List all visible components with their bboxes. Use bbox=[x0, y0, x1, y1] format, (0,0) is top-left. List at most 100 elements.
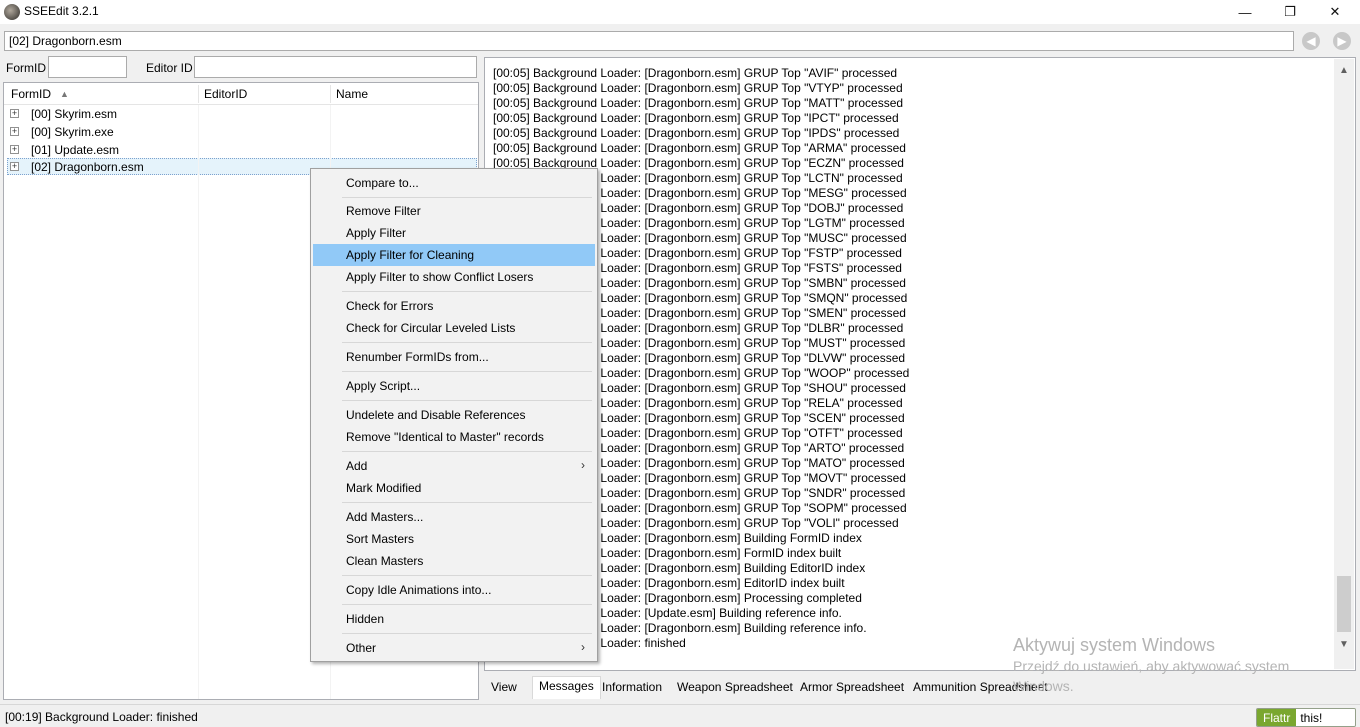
menu-label: Sort Masters bbox=[346, 532, 415, 546]
menu-apply-filter[interactable]: Apply Filter bbox=[313, 222, 595, 244]
column-editorid[interactable]: EditorID bbox=[204, 87, 247, 101]
tree-row[interactable]: + [00] Skyrim.exe bbox=[4, 123, 478, 141]
menu-separator bbox=[342, 291, 592, 292]
maximize-button[interactable]: ❐ bbox=[1267, 0, 1313, 24]
column-divider[interactable] bbox=[198, 85, 199, 103]
tab-armor-spreadsheet[interactable]: Armor Spreadsheet bbox=[794, 678, 910, 698]
menu-hidden[interactable]: Hidden bbox=[313, 608, 595, 630]
message-line: [00:05] Background Loader: [Dragonborn.e… bbox=[493, 561, 866, 575]
message-line: [00:05] Background Loader: [Dragonborn.e… bbox=[493, 486, 906, 500]
menu-label: Remove "Identical to Master" records bbox=[346, 430, 544, 444]
message-line: [00:05] Background Loader: [Dragonborn.e… bbox=[493, 156, 904, 170]
scrollbar-thumb[interactable] bbox=[1337, 576, 1351, 632]
message-line: [00:05] Background Loader: [Dragonborn.e… bbox=[493, 576, 845, 590]
submenu-arrow-icon: › bbox=[581, 640, 585, 654]
message-line: [00:05] Background Loader: [Update.esm] … bbox=[493, 606, 842, 620]
tab-view[interactable]: View bbox=[485, 678, 523, 698]
menu-add[interactable]: Add › bbox=[313, 455, 595, 477]
message-line: [00:05] Background Loader: [Dragonborn.e… bbox=[493, 66, 898, 80]
activation-watermark-text: Przejdź do ustawień, aby aktywować syste… bbox=[1013, 658, 1290, 674]
menu-label: Remove Filter bbox=[346, 204, 421, 218]
tree-row[interactable]: + [00] Skyrim.esm bbox=[4, 105, 478, 123]
message-line: [00:05] Background Loader: [Dragonborn.e… bbox=[493, 381, 906, 395]
menu-apply-script[interactable]: Apply Script... bbox=[313, 375, 595, 397]
column-formid[interactable]: FormID bbox=[11, 87, 51, 101]
scroll-down-icon[interactable]: ▼ bbox=[1337, 639, 1351, 655]
scroll-up-icon[interactable]: ▲ bbox=[1337, 65, 1351, 81]
menu-compare-to[interactable]: Compare to... bbox=[313, 172, 595, 194]
message-line: [00:05] Background Loader: [Dragonborn.e… bbox=[493, 276, 906, 290]
expand-icon[interactable]: + bbox=[10, 145, 19, 154]
menu-remove-itm[interactable]: Remove "Identical to Master" records bbox=[313, 426, 595, 448]
minimize-button[interactable]: — bbox=[1222, 0, 1268, 24]
flattr-button[interactable]: Flattr this! bbox=[1256, 708, 1356, 727]
menu-separator bbox=[342, 400, 592, 401]
message-line: [00:05] Background Loader: [Dragonborn.e… bbox=[493, 321, 904, 335]
menu-mark-modified[interactable]: Mark Modified bbox=[313, 477, 595, 499]
flattr-label: Flattr bbox=[1257, 709, 1297, 726]
menu-check-circular[interactable]: Check for Circular Leveled Lists bbox=[313, 317, 595, 339]
menu-undelete-disable[interactable]: Undelete and Disable References bbox=[313, 404, 595, 426]
menu-label: Mark Modified bbox=[346, 481, 422, 495]
message-line: [00:05] Background Loader: [Dragonborn.e… bbox=[493, 186, 907, 200]
tree-row-label: [01] Update.esm bbox=[31, 143, 120, 157]
menu-apply-filter-cleaning[interactable]: Apply Filter for Cleaning bbox=[313, 244, 595, 266]
menu-separator bbox=[342, 575, 592, 576]
menu-sort-masters[interactable]: Sort Masters bbox=[313, 528, 595, 550]
tab-weapon-spreadsheet[interactable]: Weapon Spreadsheet bbox=[671, 678, 799, 698]
message-line: [00:05] Background Loader: [Dragonborn.e… bbox=[493, 246, 902, 260]
message-line: [00:05] Background Loader: [Dragonborn.e… bbox=[493, 81, 903, 95]
sort-arrow-icon: ▲ bbox=[60, 89, 69, 99]
tree-row-label: [00] Skyrim.esm bbox=[31, 107, 118, 121]
message-line: [00:05] Background Loader: [Dragonborn.e… bbox=[493, 171, 903, 185]
menu-separator bbox=[342, 371, 592, 372]
menu-label: Apply Filter for Cleaning bbox=[346, 248, 475, 262]
message-line: [00:05] Background Loader: [Dragonborn.e… bbox=[493, 471, 906, 485]
menu-label: Clean Masters bbox=[346, 554, 424, 568]
path-field[interactable]: [02] Dragonborn.esm bbox=[4, 31, 1294, 51]
message-line: [00:05] Background Loader: [Dragonborn.e… bbox=[493, 441, 905, 455]
formid-input[interactable] bbox=[48, 56, 127, 78]
menu-renumber-formids[interactable]: Renumber FormIDs from... bbox=[313, 346, 595, 368]
message-line: [00:05] Background Loader: [Dragonborn.e… bbox=[493, 531, 862, 545]
expand-icon[interactable]: + bbox=[10, 127, 19, 136]
vertical-scrollbar[interactable]: ▲ ▼ bbox=[1334, 59, 1354, 669]
tree-row-label: [00] Skyrim.exe bbox=[31, 125, 114, 139]
column-name[interactable]: Name bbox=[336, 87, 368, 101]
menu-label: Copy Idle Animations into... bbox=[346, 583, 492, 597]
message-line: [00:05] Background Loader: [Dragonborn.e… bbox=[493, 411, 905, 425]
column-divider[interactable] bbox=[330, 85, 331, 103]
message-line: [00:05] Background Loader: [Dragonborn.e… bbox=[493, 456, 905, 470]
menu-remove-filter[interactable]: Remove Filter bbox=[313, 200, 595, 222]
status-text: [00:19] Background Loader: finished bbox=[5, 710, 198, 724]
flattr-this-label: this! bbox=[1296, 709, 1355, 726]
menu-label: Apply Filter to show Conflict Losers bbox=[346, 270, 534, 284]
menu-other[interactable]: Other › bbox=[313, 637, 595, 659]
expand-icon[interactable]: + bbox=[10, 162, 19, 171]
menu-add-masters[interactable]: Add Masters... bbox=[313, 506, 595, 528]
activation-watermark-title: Aktywuj system Windows bbox=[1013, 635, 1216, 655]
menu-apply-filter-conflict-losers[interactable]: Apply Filter to show Conflict Losers bbox=[313, 266, 595, 288]
tab-information[interactable]: Information bbox=[596, 678, 668, 698]
message-line: [00:05] Background Loader: [Dragonborn.e… bbox=[493, 591, 862, 605]
menu-label: Check for Errors bbox=[346, 299, 434, 313]
tree-row[interactable]: + [01] Update.esm bbox=[4, 141, 478, 159]
back-icon[interactable]: ◀ bbox=[1302, 32, 1320, 50]
submenu-arrow-icon: › bbox=[581, 458, 585, 472]
formid-label: FormID bbox=[6, 61, 46, 75]
editorid-input[interactable] bbox=[194, 56, 477, 78]
message-line: [00:05] Background Loader: [Dragonborn.e… bbox=[493, 306, 906, 320]
close-button[interactable]: ✕ bbox=[1312, 0, 1358, 24]
menu-separator bbox=[342, 633, 592, 634]
menu-clean-masters[interactable]: Clean Masters bbox=[313, 550, 595, 572]
message-line: [00:05] Background Loader: [Dragonborn.e… bbox=[493, 231, 907, 245]
forward-icon[interactable]: ▶ bbox=[1333, 32, 1351, 50]
menu-copy-idle-animations[interactable]: Copy Idle Animations into... bbox=[313, 579, 595, 601]
menu-check-errors[interactable]: Check for Errors bbox=[313, 295, 595, 317]
menu-label: Other bbox=[346, 641, 377, 655]
tab-messages[interactable]: Messages bbox=[532, 676, 601, 699]
messages-panel[interactable]: [00:05] Background Loader: [Dragonborn.e… bbox=[484, 57, 1356, 671]
expand-icon[interactable]: + bbox=[10, 109, 19, 118]
message-line: [00:05] Background Loader: [Dragonborn.e… bbox=[493, 501, 907, 515]
menu-label: Renumber FormIDs from... bbox=[346, 350, 489, 364]
